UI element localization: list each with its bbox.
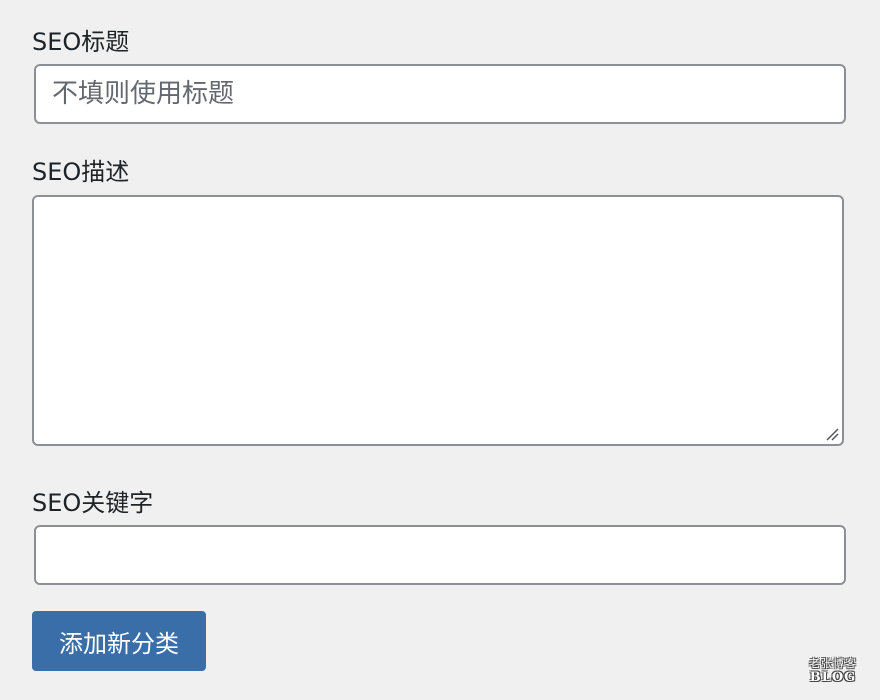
watermark-top-text: 老张博客	[809, 657, 857, 670]
resize-handle-icon[interactable]	[825, 427, 839, 441]
seo-description-label: SEO描述	[32, 158, 130, 186]
seo-keywords-input[interactable]	[34, 525, 846, 585]
seo-keywords-label: SEO关键字	[32, 489, 154, 517]
add-new-category-button[interactable]: 添加新分类	[32, 611, 206, 671]
seo-description-textarea[interactable]	[32, 195, 844, 446]
seo-title-label: SEO标题	[32, 28, 130, 56]
seo-title-input[interactable]	[34, 64, 846, 124]
blog-logo-watermark: 老张博客 BLOG	[798, 658, 868, 692]
watermark-bottom-text: BLOG	[809, 670, 857, 685]
